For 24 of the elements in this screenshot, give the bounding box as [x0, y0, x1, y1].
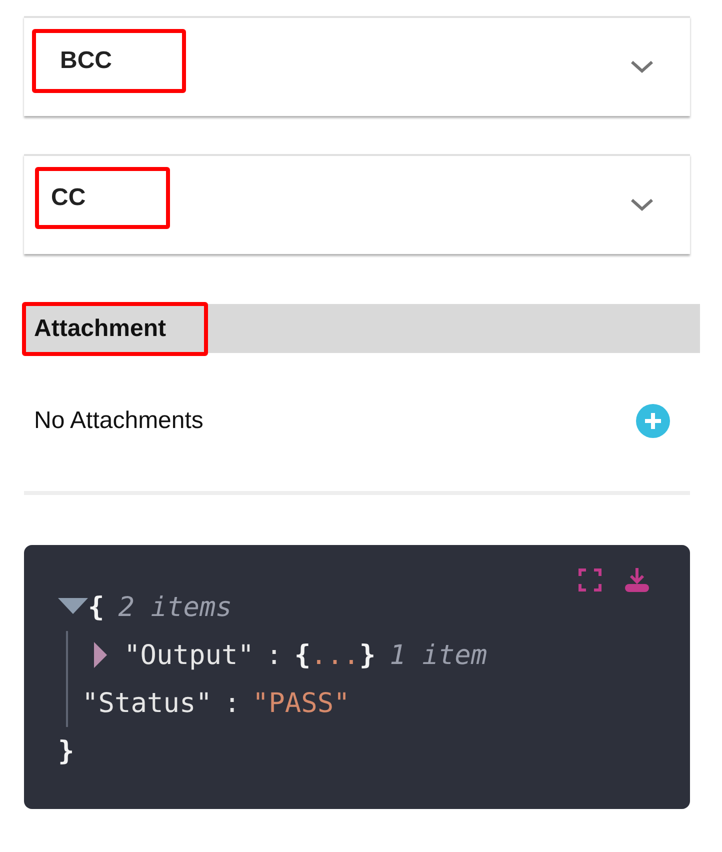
accordion-panel[interactable]: BCC: [24, 16, 690, 116]
json-value: "PASS": [252, 688, 350, 718]
chevron-icon[interactable]: [630, 198, 654, 212]
json-brace: {: [88, 592, 104, 622]
item-count: 2 items: [118, 592, 232, 622]
panel-title: BCC: [32, 29, 186, 93]
chevron-icon[interactable]: [630, 60, 654, 74]
ellipsis[interactable]: ...: [310, 640, 360, 670]
json-colon: :: [224, 688, 240, 718]
json-brace: {: [294, 640, 311, 670]
json-key: "Output": [124, 640, 254, 670]
empty-message: No Attachments: [34, 407, 204, 435]
expand-triangle-icon[interactable]: [92, 642, 108, 668]
section-title: Attachment: [22, 302, 208, 356]
json-colon: :: [266, 640, 282, 670]
item-count: 1 item: [390, 640, 488, 670]
panel-title: CC: [35, 167, 170, 229]
json-brace: }: [58, 736, 74, 766]
collapse-triangle-icon[interactable]: [58, 598, 88, 616]
accordion-panel[interactable]: CC: [24, 154, 690, 254]
fullscreen-icon[interactable]: [578, 568, 602, 592]
json-brace: }: [359, 640, 376, 670]
json-key: "Status": [82, 688, 212, 718]
download-icon[interactable]: [624, 567, 650, 593]
